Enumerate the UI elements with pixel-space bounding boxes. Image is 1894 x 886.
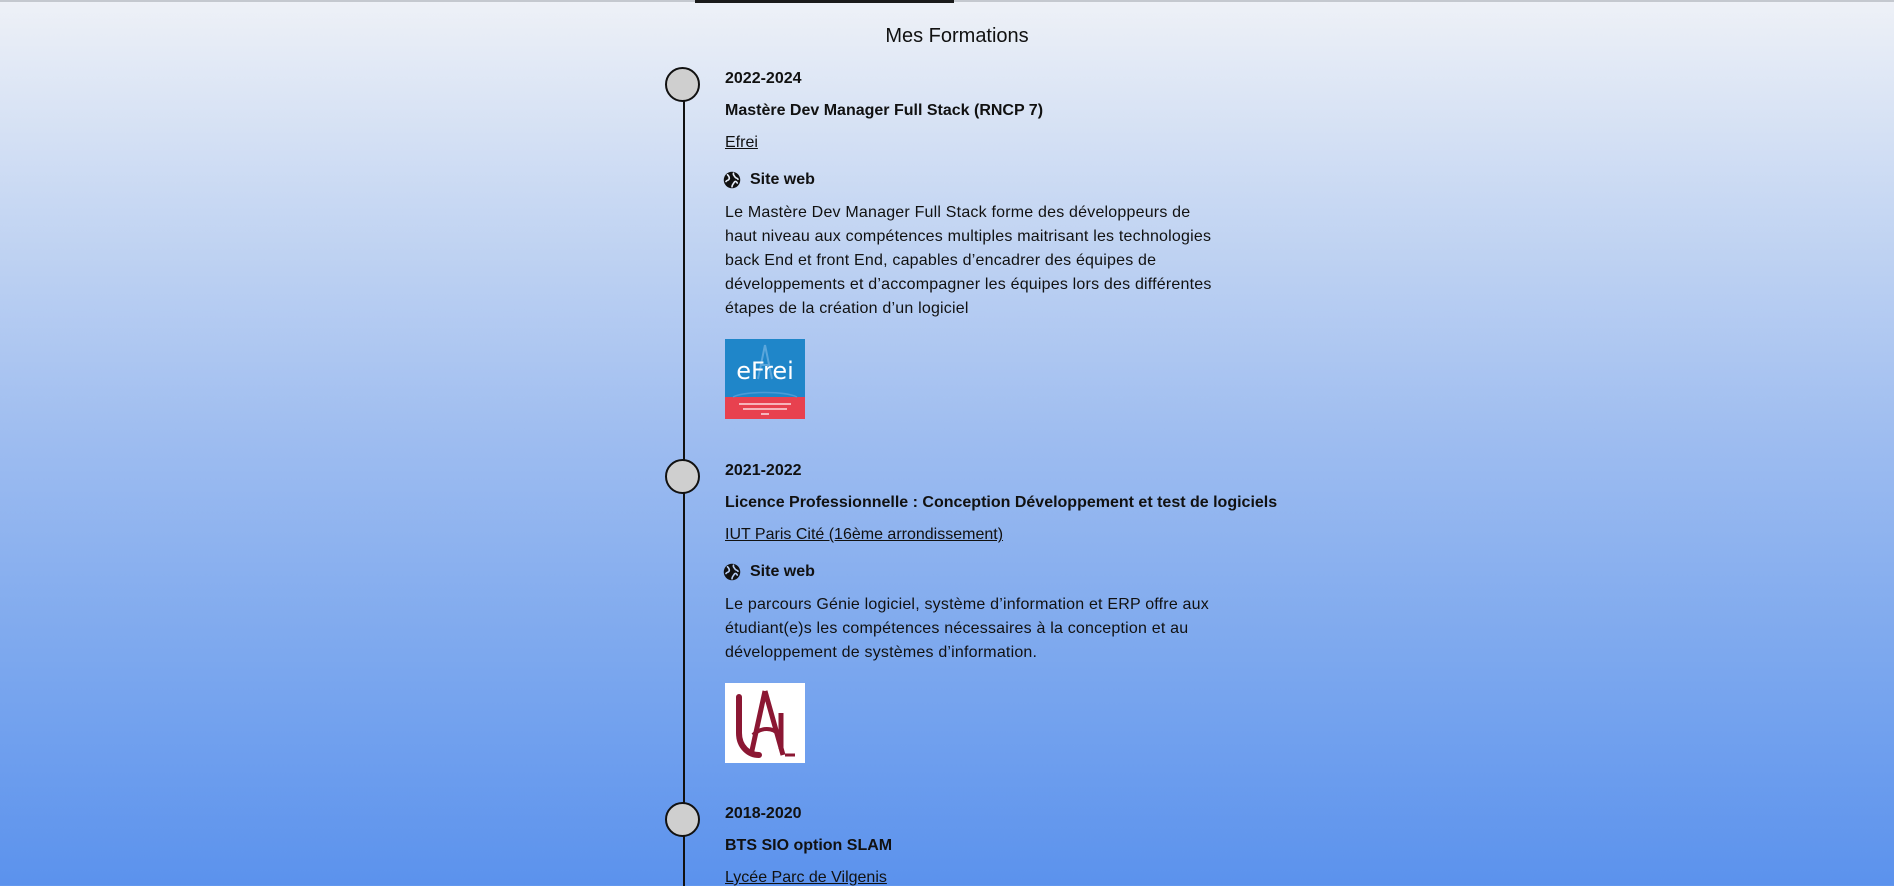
formation-content: 2018-2020 BTS SIO option SLAM Lycée Parc…: [725, 804, 1325, 886]
school-link[interactable]: IUT Paris Cité (16ème arrondissement): [725, 525, 1003, 545]
school-link[interactable]: Efrei: [725, 133, 758, 153]
formation-description: Le Mastère Dev Manager Full Stack forme …: [725, 204, 1212, 317]
school-link[interactable]: Lycée Parc de Vilgenis: [725, 868, 887, 886]
timeline-dot: [665, 67, 700, 102]
page-title: Mes Formations: [885, 25, 1029, 47]
timeline-dot: [665, 802, 700, 837]
site-web-link[interactable]: Site web: [723, 169, 1325, 191]
efrei-logo-text: eFrei: [736, 357, 794, 385]
globe-icon: [723, 563, 741, 581]
site-web-label: Site web: [750, 563, 815, 580]
formation-degree: Mastère Dev Manager Full Stack (RNCP 7): [725, 102, 1044, 119]
formation-years: 2022-2024: [725, 70, 802, 87]
formation-degree: BTS SIO option SLAM: [725, 837, 893, 854]
efrei-logo: eFrei: [725, 339, 805, 419]
site-web-link[interactable]: Site web: [723, 561, 1325, 583]
active-nav-indicator: [695, 0, 954, 3]
formation-description: Le parcours Génie logiciel, système d’in…: [725, 596, 1209, 661]
timeline-dot: [665, 459, 700, 494]
globe-icon: [723, 171, 741, 189]
formation-content: 2021-2022 Licence Professionnelle : Conc…: [723, 461, 1325, 763]
universite-paris-cite-logo: [725, 683, 805, 763]
formation-degree: Licence Professionnelle : Conception Dév…: [725, 494, 1278, 511]
formation-years: 2021-2022: [725, 462, 802, 479]
site-web-label: Site web: [750, 171, 815, 188]
formation-content: 2022-2024 Mastère Dev Manager Full Stack…: [723, 69, 1325, 419]
formation-years: 2018-2020: [725, 805, 802, 822]
